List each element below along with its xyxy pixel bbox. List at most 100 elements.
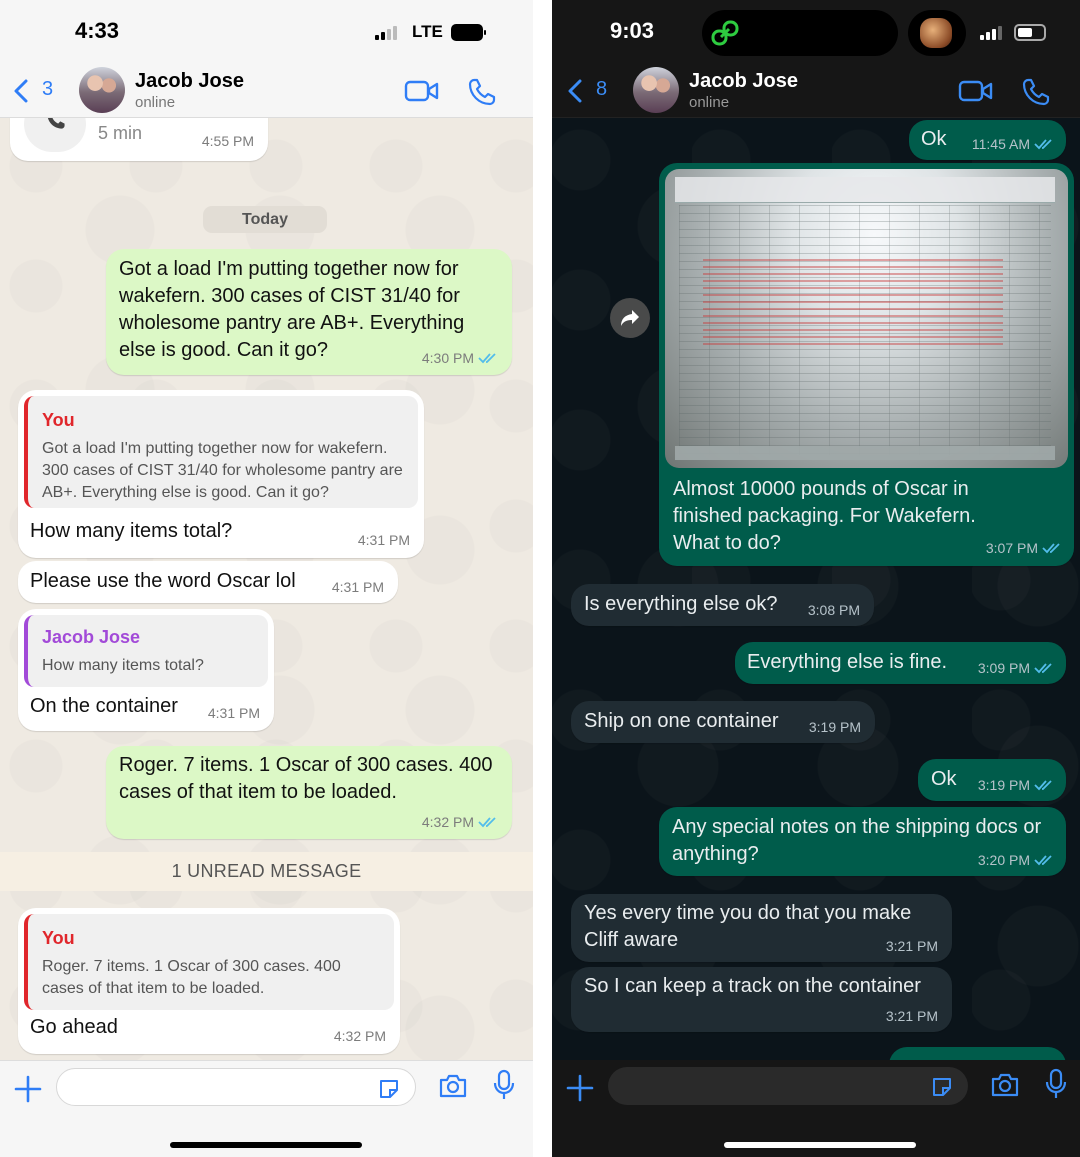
message-time: 3:19 PM (977, 777, 1030, 793)
message-time: 3:21 PM (885, 938, 938, 954)
message-time: 4:30 PM (421, 350, 474, 366)
microphone-icon[interactable] (493, 1069, 515, 1101)
message-input[interactable] (608, 1067, 968, 1105)
incoming-message[interactable]: Yes every time you do that you make Clif… (571, 894, 952, 962)
dynamic-island[interactable] (702, 10, 898, 56)
message-time: 4:55 PM (201, 133, 254, 149)
outgoing-message[interactable]: Ok 3:19 PM (918, 759, 1066, 801)
message-time: 4:31 PM (357, 532, 410, 548)
message-text: Please use the word Oscar lol (30, 570, 296, 592)
message-time: 3:21 PM (885, 1008, 938, 1024)
left-phone-screenshot: 4:33 LTE 3 Jacob Jose online 5 min 4:55 … (0, 0, 533, 1157)
sticker-icon[interactable] (377, 1077, 401, 1101)
plus-icon[interactable] (14, 1075, 42, 1103)
sticker-icon[interactable] (930, 1075, 954, 1099)
call-bubble[interactable]: 5 min 4:55 PM (10, 118, 268, 161)
forward-button[interactable] (610, 298, 650, 338)
message-text: Ship on one container (584, 710, 779, 732)
message-time: 4:31 PM (207, 705, 260, 721)
read-ticks-icon (478, 817, 496, 828)
quote-author: You (42, 410, 75, 430)
outgoing-message[interactable]: Roger. 7 items. 1 Oscar of 300 cases. 40… (106, 746, 512, 839)
message-text: On the container (30, 695, 178, 717)
chat-header: 3 Jacob Jose online (0, 64, 533, 118)
contact-status: online (689, 94, 730, 111)
status-time: 4:33 (75, 18, 120, 43)
back-chevron-icon (568, 79, 582, 103)
back-count: 3 (42, 78, 54, 100)
outgoing-message[interactable]: Got a load I'm putting together now for … (106, 249, 512, 375)
read-ticks-icon (1034, 139, 1052, 150)
outgoing-message[interactable] (889, 1047, 1066, 1060)
message-text: Roger. 7 items. 1 Oscar of 300 cases. 40… (119, 754, 493, 803)
message-text: Is everything else ok? (584, 593, 778, 615)
camera-icon[interactable] (438, 1073, 468, 1099)
plus-icon[interactable] (566, 1074, 594, 1102)
back-button[interactable]: 8 (568, 76, 618, 106)
spreadsheet-photo[interactable] (665, 169, 1068, 468)
incoming-message[interactable]: So I can keep a track on the container 3… (571, 967, 952, 1032)
contact-name[interactable]: Jacob Jose (135, 70, 244, 93)
camera-icon[interactable] (990, 1072, 1020, 1098)
live-activity-thumbnail[interactable] (908, 10, 966, 56)
unread-divider: 1 UNREAD MESSAGE (0, 852, 533, 891)
voice-call-icon[interactable] (1022, 78, 1050, 106)
read-ticks-icon (1034, 780, 1052, 791)
quoted-message[interactable]: You Got a load I'm putting together now … (24, 396, 418, 508)
video-call-icon[interactable] (958, 78, 994, 104)
contact-status: online (135, 94, 176, 111)
outgoing-image-message[interactable]: Almost 10000 pounds of Oscar in finished… (659, 163, 1074, 566)
outgoing-message[interactable]: Everything else is fine. 3:09 PM (735, 642, 1066, 684)
message-text: Everything else is fine. (747, 651, 948, 673)
contact-name[interactable]: Jacob Jose (689, 70, 798, 93)
avatar[interactable] (79, 67, 125, 113)
microphone-icon[interactable] (1045, 1068, 1067, 1100)
phone-call-icon (24, 118, 86, 152)
message-text: Ok (921, 128, 947, 150)
outgoing-message[interactable]: Any special notes on the shipping docs o… (659, 807, 1066, 876)
message-input[interactable] (56, 1068, 416, 1106)
quoted-message[interactable]: You Roger. 7 items. 1 Oscar of 300 cases… (24, 914, 394, 1010)
quote-text: How many items total? (42, 657, 204, 674)
message-time: 4:32 PM (333, 1028, 386, 1044)
incoming-reply-message[interactable]: Jacob Jose How many items total? On the … (18, 609, 274, 731)
battery-icon (451, 24, 486, 41)
signal-icon (375, 26, 401, 40)
message-time: 3:07 PM (985, 540, 1038, 556)
message-text: Almost 10000 pounds of Oscar in finished… (673, 478, 976, 554)
signal-icon (980, 26, 1006, 40)
message-time: 3:08 PM (807, 602, 860, 618)
right-phone-screenshot: 9:03 8 Jacob Jose online Ok 11:45 AM Alm… (552, 0, 1080, 1157)
status-bar: 9:03 (552, 0, 1080, 64)
home-indicator[interactable] (170, 1142, 362, 1148)
message-time: 4:31 PM (331, 579, 384, 595)
message-time: 3:09 PM (977, 660, 1030, 676)
quoted-message[interactable]: Jacob Jose How many items total? (24, 615, 268, 687)
status-time: 9:03 (610, 18, 655, 43)
network-label: LTE (412, 22, 443, 41)
incoming-message[interactable]: Ship on one container 3:19 PM (571, 701, 875, 743)
incoming-reply-message[interactable]: You Roger. 7 items. 1 Oscar of 300 cases… (18, 908, 400, 1054)
home-indicator[interactable] (724, 1142, 916, 1148)
outgoing-message[interactable]: Ok 11:45 AM (909, 120, 1066, 160)
message-time: 4:32 PM (421, 814, 474, 830)
message-text: So I can keep a track on the container (584, 975, 921, 997)
read-ticks-icon (1042, 543, 1060, 554)
status-bar: 4:33 LTE (0, 0, 533, 64)
date-divider: Today (203, 206, 327, 233)
voice-call-icon[interactable] (468, 78, 496, 106)
incoming-message[interactable]: Is everything else ok? 3:08 PM (571, 584, 874, 626)
incoming-reply-message[interactable]: You Got a load I'm putting together now … (18, 390, 424, 558)
video-call-icon[interactable] (404, 78, 440, 104)
incoming-message[interactable]: Please use the word Oscar lol 4:31 PM (18, 561, 398, 603)
quote-author: You (42, 928, 75, 948)
back-button[interactable]: 3 (14, 76, 64, 106)
composer-bar (0, 1060, 533, 1157)
message-list[interactable]: 5 min 4:55 PM Today Got a load I'm putti… (0, 118, 533, 1060)
avatar[interactable] (633, 67, 679, 113)
message-time: 11:45 AM (971, 136, 1030, 152)
forward-icon (621, 310, 639, 326)
quote-author: Jacob Jose (42, 627, 141, 647)
message-list[interactable]: Ok 11:45 AM Almost 10000 pounds of Oscar… (552, 118, 1080, 1060)
composer-bar (552, 1060, 1080, 1157)
